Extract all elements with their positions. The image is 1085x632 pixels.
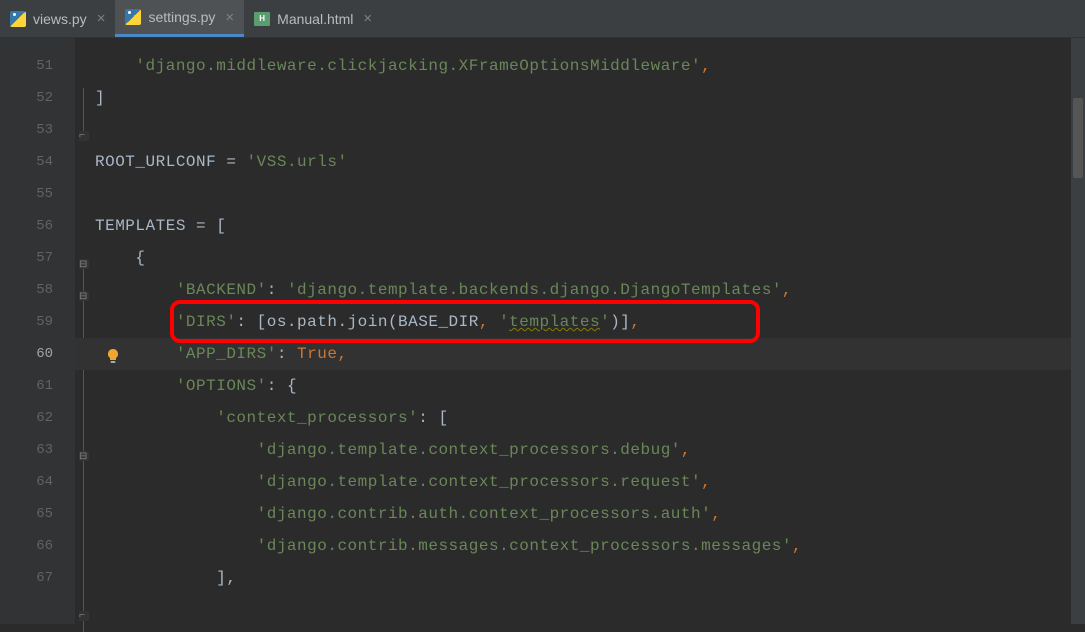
code-line: TEMPLATES = [ — [95, 210, 1085, 242]
code-line: 'context_processors': [ — [95, 402, 1085, 434]
tab-label: Manual.html — [277, 11, 353, 27]
line-number: 67 — [0, 562, 75, 594]
tab-label: settings.py — [148, 9, 215, 25]
line-number: 58 — [0, 274, 75, 306]
python-icon — [125, 9, 141, 25]
fold-open-icon[interactable]: ⊟ — [79, 259, 89, 269]
line-number: 62 — [0, 402, 75, 434]
close-icon[interactable]: × — [97, 10, 106, 27]
fold-end-icon[interactable]: ⌐ — [79, 131, 89, 141]
code-editor[interactable]: 51 52 53 54 55 56 57 58 59 60 61 62 63 6… — [0, 38, 1085, 624]
fold-open-icon[interactable]: ⊟ — [79, 291, 89, 301]
code-line: 'django.contrib.messages.context_process… — [95, 530, 1085, 562]
html-icon: H — [254, 12, 270, 26]
line-number: 66 — [0, 530, 75, 562]
fold-end-icon[interactable]: ⌐ — [79, 611, 89, 621]
line-number: 52 — [0, 82, 75, 114]
line-number: 51 — [0, 50, 75, 82]
line-number-current: 60 — [0, 338, 75, 370]
line-number: 56 — [0, 210, 75, 242]
code-line: 'DIRS': [os.path.join(BASE_DIR, 'templat… — [95, 306, 1085, 338]
code-line: 'django.middleware.clickjacking.XFrameOp… — [95, 50, 1085, 82]
code-line: ROOT_URLCONF = 'VSS.urls' — [95, 146, 1085, 178]
line-number: 61 — [0, 370, 75, 402]
line-number: 59 — [0, 306, 75, 338]
code-line-current: 'APP_DIRS': True, — [75, 338, 1085, 370]
code-line — [95, 178, 1085, 210]
line-number: 64 — [0, 466, 75, 498]
line-number: 53 — [0, 114, 75, 146]
code-line: 'django.template.context_processors.requ… — [95, 466, 1085, 498]
line-number: 65 — [0, 498, 75, 530]
scrollbar-thumb[interactable] — [1073, 98, 1083, 178]
lightbulb-icon[interactable] — [105, 348, 121, 364]
tab-views[interactable]: views.py × — [0, 0, 115, 37]
code-line — [95, 114, 1085, 146]
line-gutter: 51 52 53 54 55 56 57 58 59 60 61 62 63 6… — [0, 38, 75, 624]
fold-open-icon[interactable]: ⊟ — [79, 451, 89, 461]
line-number: 57 — [0, 242, 75, 274]
code-line: 'django.template.context_processors.debu… — [95, 434, 1085, 466]
line-number: 54 — [0, 146, 75, 178]
code-line: ] — [95, 82, 1085, 114]
code-line: 'OPTIONS': { — [95, 370, 1085, 402]
tab-settings[interactable]: settings.py × — [115, 0, 244, 37]
close-icon[interactable]: × — [225, 9, 234, 26]
vertical-scrollbar[interactable] — [1071, 38, 1085, 624]
tab-label: views.py — [33, 11, 87, 27]
tab-manual[interactable]: H Manual.html × — [244, 0, 382, 37]
code-line: 'BACKEND': 'django.template.backends.dja… — [95, 274, 1085, 306]
code-line: 'django.contrib.auth.context_processors.… — [95, 498, 1085, 530]
line-number: 55 — [0, 178, 75, 210]
code-line: ], — [95, 562, 1085, 594]
close-icon[interactable]: × — [363, 10, 372, 27]
line-number: 63 — [0, 434, 75, 466]
code-area[interactable]: 'django.middleware.clickjacking.XFrameOp… — [75, 38, 1085, 624]
editor-tabs: views.py × settings.py × H Manual.html × — [0, 0, 1085, 38]
python-icon — [10, 11, 26, 27]
code-line: { — [95, 242, 1085, 274]
